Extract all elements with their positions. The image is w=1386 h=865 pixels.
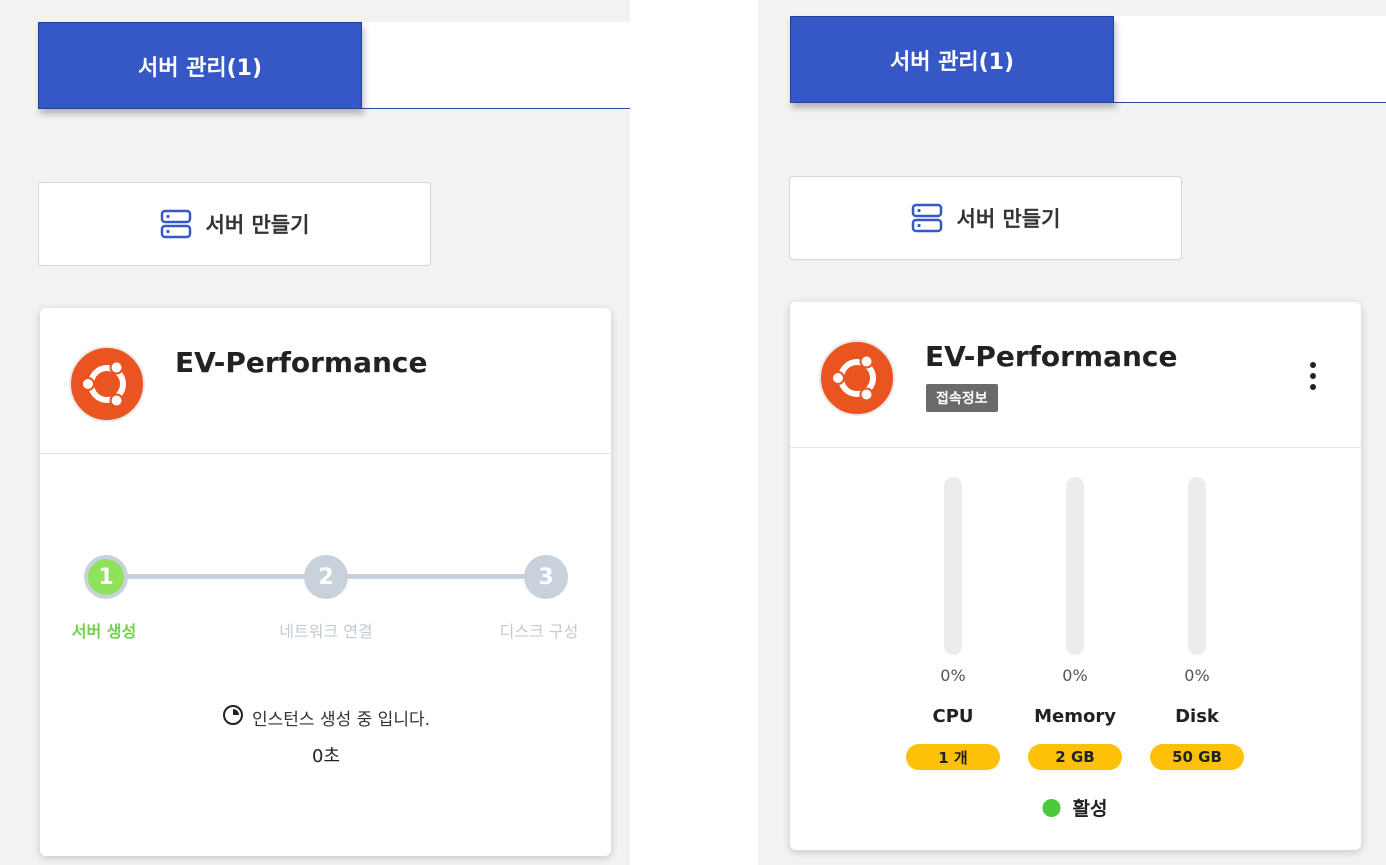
disk-label: Disk: [1175, 706, 1219, 727]
elapsed-time: 0초: [311, 746, 341, 767]
connection-info-badge[interactable]: 접속정보: [926, 384, 998, 412]
step-1-label: 서버 생성: [71, 622, 137, 641]
tab-label: 서버 관리(1): [137, 55, 263, 81]
step-connector-1: [106, 574, 326, 579]
step-1-circle: 1: [84, 555, 128, 599]
tab-bar: 서버 관리(1): [790, 16, 1386, 103]
server-icon: [160, 208, 192, 240]
server-name: EV-Performance: [175, 346, 428, 379]
right-panel: 서버 관리(1) 서버 만들기 EV-Performance 접속정보 0% C…: [758, 0, 1386, 865]
memory-spec-pill: 2 GB: [1028, 744, 1122, 770]
server-card: EV-Performance 접속정보 0% CPU 1 개 0% Memory…: [790, 302, 1361, 850]
disk-spec-pill: 50 GB: [1150, 744, 1244, 770]
disk-percent: 0%: [1184, 666, 1210, 685]
step-3-circle: 3: [524, 555, 568, 599]
step-3-label: 디스크 구성: [499, 622, 579, 641]
tab-server-management[interactable]: 서버 관리(1): [790, 16, 1114, 103]
ubuntu-icon: [819, 340, 895, 416]
server-state-label: 활성: [1072, 798, 1108, 820]
server-icon: [911, 202, 943, 234]
tab-bar: 서버 관리(1): [38, 22, 630, 109]
memory-usage-bar: [1066, 477, 1084, 655]
more-vertical-icon[interactable]: [1301, 358, 1325, 394]
step-2-circle: 2: [304, 555, 348, 599]
memory-percent: 0%: [1062, 666, 1088, 685]
clock-icon: [222, 704, 244, 731]
ubuntu-icon: [69, 346, 145, 422]
server-card: EV-Performance 1 2 3 서버 생성 네트워크 연결 디스크 구…: [40, 308, 611, 856]
provisioning-status-text: 인스턴스 생성 중 입니다.: [251, 710, 431, 730]
server-card-header: EV-Performance 접속정보: [790, 302, 1361, 448]
server-card-header: EV-Performance: [40, 308, 611, 454]
server-state: 활성: [1042, 794, 1108, 821]
disk-usage-bar: [1188, 477, 1206, 655]
step-2-label: 네트워크 연결: [279, 622, 373, 641]
create-server-button[interactable]: 서버 만들기: [789, 176, 1182, 260]
left-panel: 서버 관리(1) 서버 만들기 EV-Performance 1 2 3 서버 …: [0, 0, 630, 865]
step-connector-2: [326, 574, 546, 579]
cpu-spec-pill: 1 개: [906, 744, 1000, 770]
create-server-label: 서버 만들기: [956, 207, 1061, 231]
provisioning-status: 인스턴스 생성 중 입니다.: [222, 704, 430, 731]
create-server-label: 서버 만들기: [205, 213, 310, 237]
server-name: EV-Performance: [925, 340, 1178, 373]
active-status-dot: [1042, 798, 1061, 817]
memory-label: Memory: [1034, 706, 1116, 727]
cpu-percent: 0%: [940, 666, 966, 685]
cpu-usage-bar: [944, 477, 962, 655]
cpu-label: CPU: [932, 706, 974, 727]
tab-server-management[interactable]: 서버 관리(1): [38, 22, 362, 109]
create-server-button[interactable]: 서버 만들기: [38, 182, 431, 266]
tab-label: 서버 관리(1): [889, 49, 1015, 75]
